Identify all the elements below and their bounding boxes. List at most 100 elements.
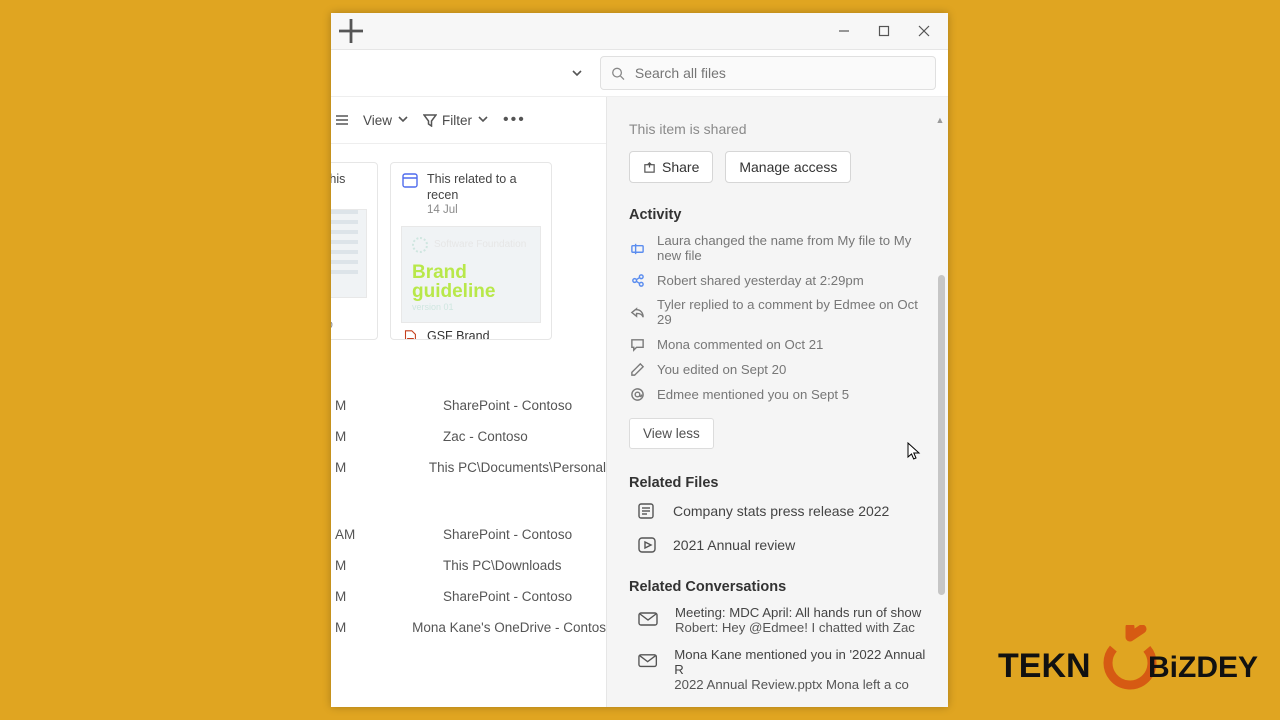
manage-access-button[interactable]: Manage access (725, 151, 851, 183)
chevron-down-icon (397, 113, 409, 125)
list-item[interactable]: MSharePoint - Contoso (331, 390, 606, 421)
conversation-title: Mona Kane mentioned you in '2022 Annual … (674, 647, 930, 677)
brand-text-1: TEKN (998, 647, 1091, 685)
search-row (331, 50, 948, 97)
brand-text-2: BiZDEYiZ (1148, 651, 1258, 684)
details-panel: This item is shared Share Manage access … (607, 97, 948, 707)
plus-icon (335, 15, 367, 47)
chevron-down-icon (571, 67, 583, 79)
thumbnail-org: Software Foundation (434, 239, 526, 250)
search-box[interactable] (600, 56, 936, 90)
share-button[interactable]: Share (629, 151, 713, 183)
scrollbar[interactable]: ▲ (934, 115, 947, 707)
card-title: GSF Brand Guideline (427, 329, 541, 340)
list-location: SharePoint - Contoso (443, 527, 572, 542)
related-file[interactable]: 2021 Annual review (637, 535, 930, 555)
scroll-thumb[interactable] (938, 275, 945, 595)
conversation-title: Meeting: MDC April: All hands run of sho… (675, 605, 921, 620)
conversation-preview: 2022 Annual Review.pptx Mona left a co (674, 677, 930, 692)
close-button[interactable] (904, 17, 944, 45)
activity-text: Robert shared yesterday at 2:29pm (657, 273, 864, 288)
activity-item: Robert shared yesterday at 2:29pm (629, 272, 930, 288)
related-conversation[interactable]: Mona Kane mentioned you in '2022 Annual … (637, 647, 930, 692)
activity-item: Edmee mentioned you on Sept 5 (629, 386, 930, 402)
related-file-name: 2021 Annual review (673, 537, 795, 553)
list-icon (335, 113, 349, 127)
conversation-preview: Robert: Hey @Edmee! I chatted with Zac (675, 620, 921, 635)
content-pane: View Filter ••• mmented on this (331, 97, 607, 707)
list-item[interactable]: MSharePoint - Contoso (331, 581, 606, 612)
share-activity-icon (629, 272, 645, 288)
related-files-header: Related Files (629, 475, 930, 491)
pdf-file-icon (401, 329, 419, 340)
related-file-name: Company stats press release 2022 (673, 503, 889, 519)
video-file-icon (637, 535, 657, 555)
maximize-button[interactable] (864, 17, 904, 45)
related-file[interactable]: Company stats press release 2022 (637, 501, 930, 521)
more-actions-button[interactable]: ••• (503, 111, 526, 129)
activity-text: Tyler replied to a comment by Edmee on O… (657, 297, 930, 327)
search-input[interactable] (635, 65, 925, 81)
reply-icon (629, 304, 645, 320)
mail-icon (637, 650, 658, 672)
file-list: MSharePoint - Contoso MZac - Contoso MTh… (331, 340, 606, 643)
card-subtext: 14 Jul (427, 204, 541, 216)
card-title: tes (331, 304, 333, 319)
card-headline: This related to a recen (427, 171, 541, 204)
comment-icon (629, 336, 645, 352)
list-item[interactable]: AMSharePoint - Contoso (331, 519, 606, 550)
card-headline: mmented on this (331, 171, 345, 187)
activity-list: Laura changed the name from My file to M… (629, 233, 930, 402)
filter-dropdown[interactable]: Filter (423, 113, 489, 128)
mouse-cursor (907, 442, 921, 465)
activity-item: Tyler replied to a comment by Edmee on O… (629, 297, 930, 327)
mail-icon (637, 608, 659, 630)
activity-text: Edmee mentioned you on Sept 5 (657, 387, 849, 402)
search-icon (611, 66, 625, 81)
scroll-up-arrow[interactable]: ▲ (934, 115, 946, 125)
edit-icon (629, 361, 645, 377)
list-location: Zac - Contoso (443, 429, 528, 444)
activity-header: Activity (629, 207, 930, 223)
manage-access-label: Manage access (739, 159, 837, 175)
activity-item: Laura changed the name from My file to M… (629, 233, 930, 263)
card-thumbnail (331, 209, 367, 298)
calendar-icon (401, 171, 419, 189)
activity-text: Laura changed the name from My file to M… (657, 233, 930, 263)
filter-icon (423, 113, 437, 127)
thumbnail-title-2: guideline (412, 282, 530, 302)
view-dropdown[interactable]: View (363, 113, 409, 128)
list-item[interactable]: MMona Kane's OneDrive - Contos (331, 612, 606, 643)
content-toolbar: View Filter ••• (331, 105, 606, 144)
card-subtext: PM (331, 187, 345, 199)
list-item[interactable]: MZac - Contoso (331, 421, 606, 452)
minimize-button[interactable] (824, 17, 864, 45)
file-cards: mmented on this PM W tes Drive - Contoso (331, 144, 606, 340)
thumbnail-version: version 01 (412, 302, 530, 312)
title-bar (331, 13, 948, 50)
list-item[interactable]: MThis PC\Documents\Personal (331, 452, 606, 483)
share-label: Share (662, 159, 699, 175)
file-card[interactable]: This related to a recen 14 Jul Software … (390, 162, 552, 340)
thumbnail-title-1: Brand (412, 263, 530, 283)
maximize-icon (878, 25, 890, 37)
list-location: This PC\Documents\Personal (429, 460, 606, 475)
related-conversations-list: Meeting: MDC April: All hands run of sho… (637, 605, 930, 692)
list-mode-button[interactable] (335, 113, 349, 127)
mention-icon (629, 386, 645, 402)
minimize-icon (838, 25, 850, 37)
view-less-button[interactable]: View less (629, 418, 714, 449)
rename-icon (629, 240, 645, 256)
activity-text: Mona commented on Oct 21 (657, 337, 823, 352)
card-thumbnail: Software Foundation Brand guideline vers… (401, 226, 541, 324)
new-tab-button[interactable] (335, 17, 367, 45)
related-conversation[interactable]: Meeting: MDC April: All hands run of sho… (637, 605, 930, 635)
list-item[interactable]: MThis PC\Downloads (331, 550, 606, 581)
scope-dropdown[interactable] (562, 58, 592, 88)
file-card[interactable]: mmented on this PM W tes Drive - Contoso (331, 162, 378, 340)
activity-item: You edited on Sept 20 (629, 361, 930, 377)
view-label: View (363, 113, 392, 128)
filter-label: Filter (442, 113, 472, 128)
shared-status: This item is shared (629, 121, 930, 137)
list-location: Mona Kane's OneDrive - Contos (412, 620, 606, 635)
